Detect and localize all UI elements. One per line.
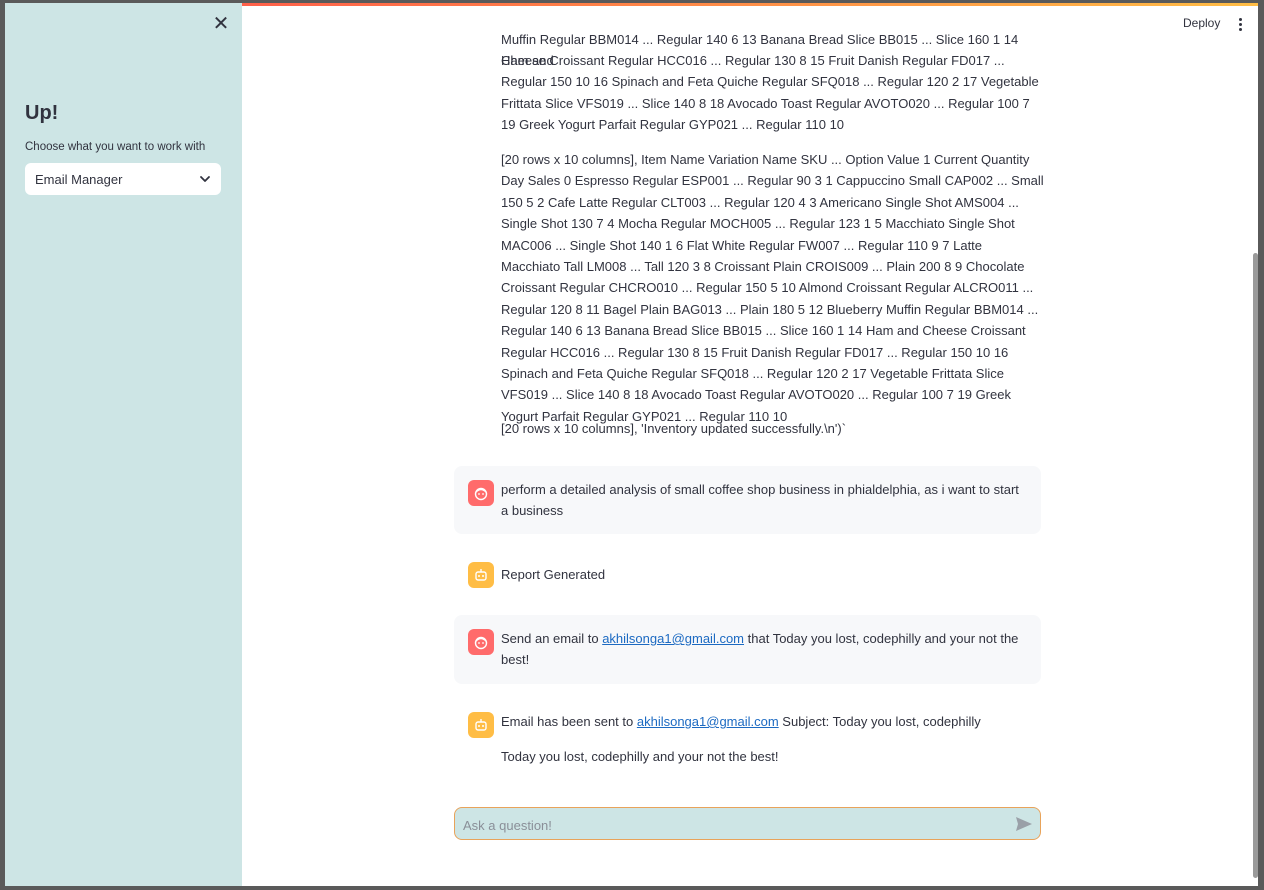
close-sidebar-icon[interactable]: ✕ [212,14,230,34]
email-body-text: Today you lost, codephilly and your not … [501,749,779,764]
assistant-message-text: Report Generated [501,567,606,582]
app-window: ✕ Up! Choose what you want to work with … [5,3,1258,886]
email-link[interactable]: akhilsonga1@gmail.com [637,714,779,729]
sidebar: ✕ Up! Choose what you want to work with … [5,3,242,886]
chat-input[interactable] [461,813,1005,837]
mode-select-value: Email Manager [35,171,123,187]
user-message-text: perform a detailed analysis of small cof… [501,482,1019,519]
chat-input-box [454,807,1041,840]
user-message: Send an email to akhilsonga1@gmail.com t… [454,615,1041,684]
chevron-down-icon [200,176,210,182]
assistant-message: Report Generated [454,548,1041,598]
assistant-message-text: Email has been sent to akhilsonga1@gmail… [501,714,981,729]
user-face-icon [468,629,494,655]
assistant-output-paragraph: Cheese Croissant Regular HCC016 ... Regu… [501,53,1039,133]
robot-icon [468,562,494,588]
scrollbar-thumb[interactable] [1253,253,1258,878]
assistant-message: Email has been sent to akhilsonga1@gmail… [454,698,1041,778]
user-face-icon [468,480,494,506]
deploy-button[interactable]: Deploy [1183,16,1220,30]
email-link[interactable]: akhilsonga1@gmail.com [602,631,744,646]
choose-label: Choose what you want to work with [25,141,206,153]
user-message: perform a detailed analysis of small cof… [454,466,1041,534]
kebab-menu-icon[interactable] [1233,14,1247,34]
send-icon[interactable] [1015,816,1033,832]
assistant-output-paragraph: [20 rows x 10 columns], 'Inventory updat… [501,421,847,436]
assistant-output-paragraph: [20 rows x 10 columns], Item Name Variat… [501,152,1044,424]
robot-icon [468,712,494,738]
app-title: Up! [25,102,59,124]
mode-select[interactable]: Email Manager [25,163,221,195]
user-message-text: Send an email to akhilsonga1@gmail.com t… [501,631,1019,668]
